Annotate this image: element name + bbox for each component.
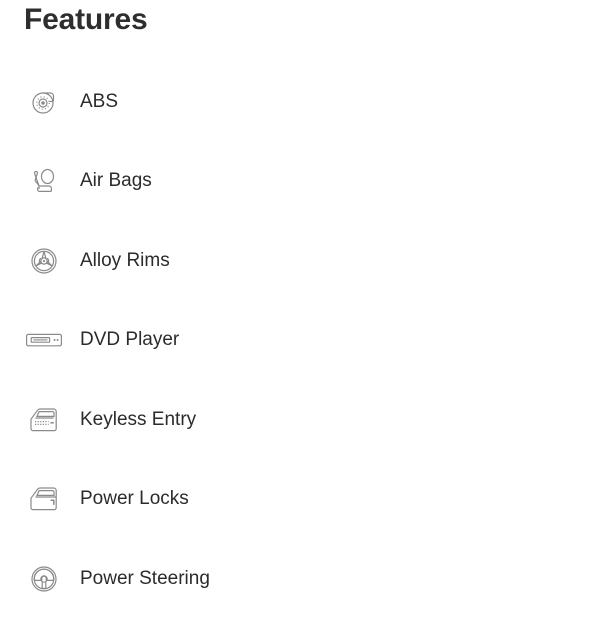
features-grid: ABS AM/FM Radio [0, 62, 600, 619]
feature-label: DVD Player [80, 329, 180, 351]
feature-item-power-mirrors[interactable]: Power Mirrors [300, 460, 600, 540]
dvd-player-icon [24, 320, 64, 360]
feature-item-abs[interactable]: ABS [0, 62, 300, 142]
feature-item-immobilizer-key[interactable]: Immobilizer Key [300, 301, 600, 381]
features-section: Features ABS Air Bags Alloy Rims DVD Pla… [0, 0, 600, 644]
car-door-keypad-icon [24, 400, 64, 440]
airbag-seat-icon [24, 161, 64, 201]
brake-disc-icon [24, 82, 64, 122]
feature-item-air-bags[interactable]: Air Bags [0, 142, 300, 222]
page-title: Features [24, 3, 148, 36]
feature-item-cruise-control[interactable]: Cruise Control [300, 221, 600, 301]
feature-label: Alloy Rims [80, 249, 170, 271]
feature-item-keyless-entry[interactable]: Keyless Entry [0, 380, 300, 460]
alloy-wheel-icon [24, 241, 64, 281]
feature-item-power-locks[interactable]: Power Locks [0, 460, 300, 540]
feature-label: Keyless Entry [80, 408, 197, 430]
feature-label: Power Locks [80, 488, 189, 510]
feature-item-power-steering[interactable]: Power Steering [0, 539, 300, 619]
car-door-lock-icon [24, 479, 64, 519]
steering-wheel-icon [24, 559, 64, 599]
feature-item-dvd-player[interactable]: DVD Player [0, 301, 300, 381]
feature-label: ABS [80, 90, 119, 112]
feature-item-navigation-system[interactable]: Navigation System [300, 380, 600, 460]
feature-label: Power Steering [80, 567, 210, 589]
feature-label: Air Bags [80, 170, 152, 192]
feature-item-am-fm-radio[interactable]: AM/FM Radio [300, 62, 600, 142]
feature-item-alloy-rims[interactable]: Alloy Rims [0, 221, 300, 301]
feature-item-power-windows[interactable]: Power Windows [300, 539, 600, 619]
feature-item-air-conditioning[interactable]: A/C Air Conditioning [300, 142, 600, 222]
